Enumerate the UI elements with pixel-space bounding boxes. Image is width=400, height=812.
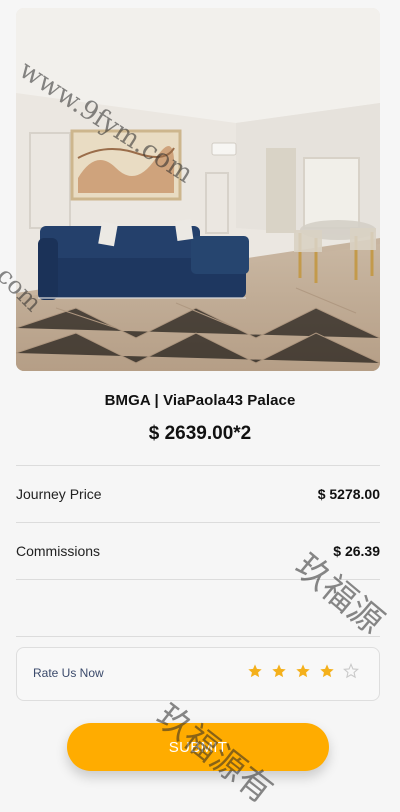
star-empty-icon[interactable]: [343, 663, 359, 679]
star-filled-icon[interactable]: [319, 663, 335, 679]
star-filled-icon[interactable]: [295, 663, 311, 679]
commissions-value: $ 26.39: [333, 543, 380, 559]
submit-button[interactable]: SUBMIT: [67, 723, 329, 771]
listing-price: $ 2639.00*2: [148, 423, 252, 444]
listing-photo: [16, 8, 380, 371]
divider: [16, 465, 380, 466]
divider: [16, 636, 380, 637]
rating-card: Rate Us Now: [16, 647, 380, 701]
star-filled-icon[interactable]: [271, 663, 287, 679]
listing-title: BMGA | ViaPaola43 Palace: [104, 392, 296, 409]
rating-label: Rate Us Now: [33, 666, 104, 680]
journey-price-value: $ 5278.00: [317, 486, 380, 502]
divider: [16, 579, 380, 580]
divider: [16, 522, 380, 523]
star-filled-icon[interactable]: [247, 663, 263, 679]
star-rating[interactable]: [247, 663, 359, 679]
journey-price-label: Journey Price: [16, 486, 102, 502]
commissions-label: Commissions: [16, 543, 101, 559]
